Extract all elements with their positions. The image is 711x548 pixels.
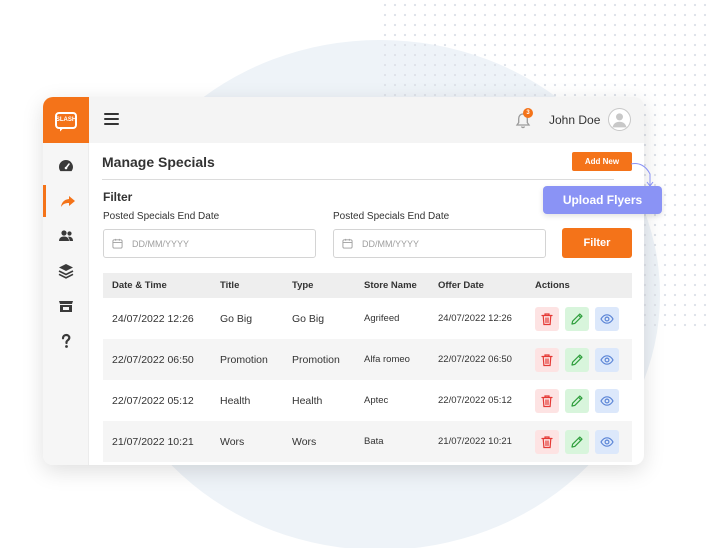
column-header-datetime[interactable]: Date & Time (112, 280, 167, 291)
page-title: Manage Specials (102, 154, 215, 170)
logo-badge: SLASH (55, 111, 77, 129)
trash-icon (541, 354, 553, 367)
eye-icon (600, 437, 614, 447)
menu-toggle-button[interactable] (104, 113, 119, 125)
edit-button[interactable] (565, 430, 589, 454)
table-row: 22/07/2022 06:50 Promotion Promotion Alfa r… (103, 339, 632, 380)
cell-title: Health (220, 395, 251, 407)
cell-title: Go Big (220, 313, 253, 325)
view-button[interactable] (595, 307, 619, 331)
cell-type: Go Big (292, 313, 325, 325)
column-header-title[interactable]: Title (220, 280, 239, 291)
eye-icon (600, 314, 614, 324)
end-date-input-1[interactable] (132, 238, 282, 249)
user-name[interactable]: John Doe (549, 113, 600, 127)
cell-offer-date: 24/07/2022 12:26 (438, 313, 512, 324)
sidebar-item-users[interactable] (43, 220, 89, 252)
store-icon (59, 301, 73, 312)
cell-offer-date: 22/07/2022 06:50 (438, 354, 512, 365)
share-arrow-icon (60, 196, 75, 207)
sidebar-item-help[interactable] (43, 325, 89, 357)
cell-type: Health (292, 395, 323, 407)
cell-datetime: 22/07/2022 05:12 (112, 395, 194, 407)
eye-icon (600, 396, 614, 406)
view-button[interactable] (595, 430, 619, 454)
end-date-field-1[interactable] (103, 229, 316, 258)
delete-button[interactable] (535, 430, 559, 454)
eye-icon (600, 355, 614, 365)
calendar-icon (342, 238, 353, 249)
user-avatar-icon (612, 113, 627, 128)
filter-title: Filter (103, 190, 133, 204)
end-date-label-2: Posted Specials End Date (333, 211, 450, 222)
notification-count-badge: 3 (523, 108, 533, 118)
pencil-icon (571, 313, 583, 325)
edit-button[interactable] (565, 348, 589, 372)
cell-offer-date: 21/07/2022 10:21 (438, 436, 512, 447)
trash-icon (541, 436, 553, 449)
cell-store: Alfa romeo (364, 354, 410, 365)
title-divider (102, 179, 614, 180)
upload-flyers-button[interactable]: Upload Flyers (543, 186, 662, 214)
add-new-button[interactable]: Add New (572, 152, 632, 171)
delete-button[interactable] (535, 307, 559, 331)
column-header-store[interactable]: Store Name (364, 280, 417, 291)
trash-icon (541, 313, 553, 326)
cell-datetime: 21/07/2022 10:21 (112, 436, 194, 448)
edit-button[interactable] (565, 307, 589, 331)
pencil-icon (571, 436, 583, 448)
sidebar-item-layers[interactable] (43, 255, 89, 287)
end-date-field-2[interactable] (333, 229, 546, 258)
table-row: 21/07/2022 10:21 Wors Wors Bata 21/07/2022 1… (103, 421, 632, 462)
pencil-icon (571, 395, 583, 407)
view-button[interactable] (595, 389, 619, 413)
end-date-input-2[interactable] (362, 238, 512, 249)
cell-title: Promotion (220, 354, 268, 366)
cell-offer-date: 22/07/2022 05:12 (438, 395, 512, 406)
calendar-icon (112, 238, 123, 249)
edit-button[interactable] (565, 389, 589, 413)
table-row: 22/07/2022 05:12 Health Health Aptec 22/07/2… (103, 380, 632, 421)
column-header-type[interactable]: Type (292, 280, 313, 291)
sidebar-item-store[interactable] (43, 290, 89, 322)
filter-button[interactable]: Filter (562, 228, 632, 258)
layers-icon (58, 264, 74, 279)
notifications-button[interactable]: 3 (515, 108, 533, 130)
cell-type: Promotion (292, 354, 340, 366)
specials-table: Date & Time Title Type Store Name Offer … (103, 273, 632, 462)
users-icon (59, 230, 73, 241)
cell-datetime: 24/07/2022 12:26 (112, 313, 194, 325)
app-window: SLASH 3 John Doe Manage Specials Add New… (43, 97, 644, 465)
delete-button[interactable] (535, 389, 559, 413)
cell-store: Aptec (364, 395, 389, 406)
question-icon (61, 333, 71, 348)
table-row: 24/07/2022 12:26 Go Big Go Big Agrifeed 24/0… (103, 298, 632, 339)
trash-icon (541, 395, 553, 408)
cell-store: Bata (364, 436, 384, 447)
speedometer-icon (59, 160, 73, 172)
delete-button[interactable] (535, 348, 559, 372)
app-logo[interactable]: SLASH (43, 97, 89, 143)
column-header-offer-date[interactable]: Offer Date (438, 280, 484, 291)
cell-title: Wors (220, 436, 245, 448)
table-header: Date & Time Title Type Store Name Offer … (103, 273, 632, 298)
column-header-actions: Actions (535, 280, 570, 291)
sidebar-item-dashboard[interactable] (43, 150, 89, 182)
cell-type: Wors (292, 436, 317, 448)
view-button[interactable] (595, 348, 619, 372)
avatar[interactable] (608, 108, 631, 131)
cell-datetime: 22/07/2022 06:50 (112, 354, 194, 366)
end-date-label-1: Posted Specials End Date (103, 211, 220, 222)
sidebar-item-share[interactable] (43, 185, 89, 217)
sidebar: SLASH (43, 97, 89, 465)
top-bar: 3 John Doe (89, 97, 644, 143)
pencil-icon (571, 354, 583, 366)
cell-store: Agrifeed (364, 313, 400, 324)
